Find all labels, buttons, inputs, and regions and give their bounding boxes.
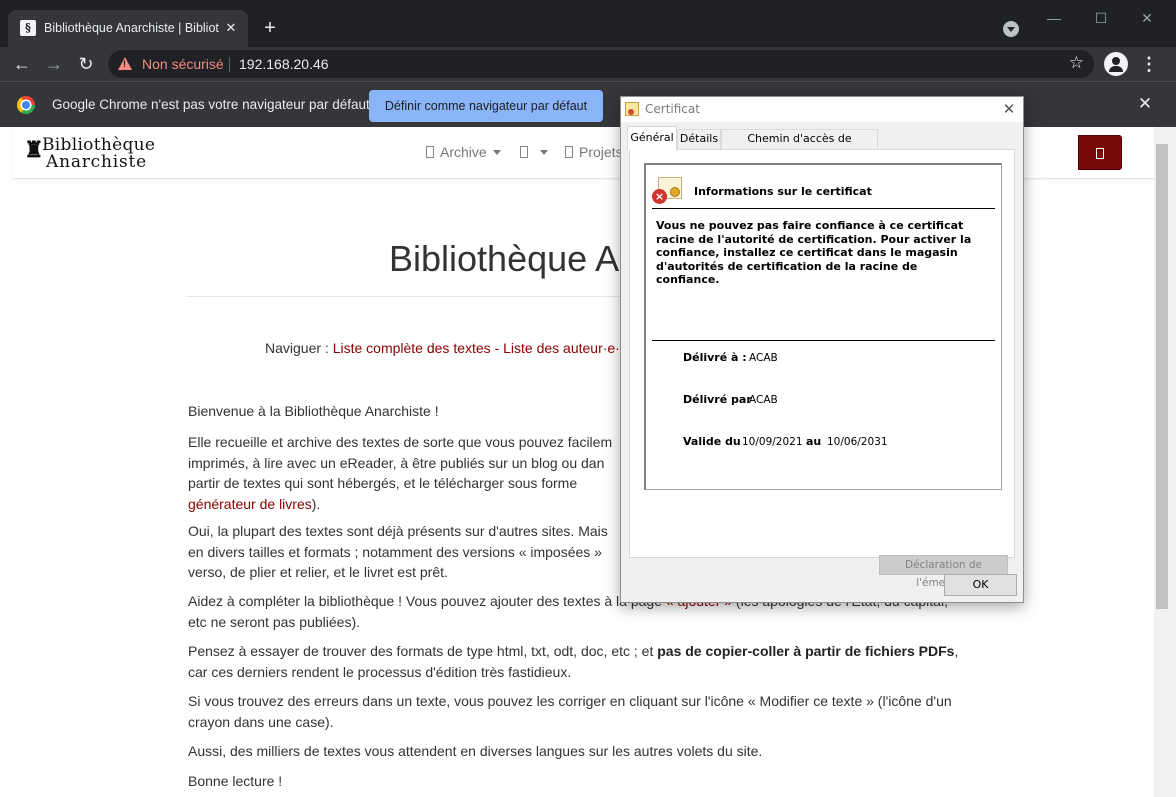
maximize-button[interactable]: ☐ [1089,8,1113,28]
browse-prefix: Naviguer : [265,340,333,356]
untrusted-certificate-icon: × [652,177,682,205]
minimize-button[interactable]: — [1042,8,1066,28]
tab-strip: § Bibliothèque Anarchiste | Biblioth ✕ +… [0,0,1176,47]
back-arrow-icon[interactable]: ← [10,52,34,76]
set-default-browser-button[interactable]: Définir comme navigateur par défaut [369,90,603,122]
closing-paragraph: Bonne lecture ! [188,773,283,789]
archive-icon [426,146,434,158]
certificate-seal-shape [670,187,680,197]
infobar-message: Google Chrome n'est pas votre navigateur… [52,97,370,112]
certificate-icon [625,102,639,116]
book-generator-link[interactable]: générateur de livres [188,496,312,512]
forward-arrow-icon[interactable]: → [42,52,66,76]
certificate-dialog: Certificat ✕ Général Détails Chemin d'ac… [620,96,1024,603]
formats-paragraph: Pensez à essayer de trouver des formats … [188,641,968,682]
address-bar[interactable]: ! Non sécurisé 192.168.20.46 ☆ [108,50,1094,78]
valid-to-label: au [806,435,822,448]
chevron-down-icon [492,150,501,155]
nav-icon-dropdown[interactable] [520,144,548,160]
dialog-titlebar[interactable]: Certificat ✕ [621,97,1023,122]
browse-link-list[interactable]: Liste complète des textes - Liste des au… [333,340,620,356]
tab-details[interactable]: Détails [677,129,721,149]
dialog-title: Certificat [645,102,700,116]
errors-paragraph: Si vous trouvez des erreurs dans un text… [188,691,968,732]
tab-title: Bibliothèque Anarchiste | Biblioth [44,21,219,35]
text-fragment: ). [311,495,321,512]
text-fragment: Pensez à essayer de trouver des formats … [188,643,658,659]
scrollbar-thumb[interactable] [1156,144,1168,609]
valid-from-value: 10/09/2021 [742,436,803,448]
browse-links: Naviguer : Liste complète des textes - L… [265,340,620,356]
browser-tab[interactable]: § Bibliothèque Anarchiste | Biblioth ✕ [8,10,248,47]
site-favicon-icon: § [20,20,36,36]
url-text[interactable]: 192.168.20.46 [239,56,329,72]
site-search-button[interactable] [1078,135,1122,170]
browser-toolbar: ← → ↻ ! Non sécurisé 192.168.20.46 ☆ ⋮ [0,47,1176,81]
page-title: Bibliothèque A [389,238,620,279]
text-line: etc ne seront pas publiées). [188,613,360,630]
valid-from-label: Valide du [683,435,741,448]
error-x-icon: × [652,189,667,204]
chrome-logo-icon [17,96,35,114]
new-tab-button[interactable]: + [259,17,281,39]
tab-general[interactable]: Général [627,126,677,150]
projects-icon [565,146,573,158]
security-status[interactable]: Non sécurisé [142,56,224,72]
text-fragment: , [954,643,959,659]
languages-paragraph: Aussi, des milliers de textes vous atten… [188,743,763,759]
dialog-close-icon[interactable]: ✕ [999,99,1019,119]
issuer-statement-button: Déclaration de l'émetteur [879,555,1008,589]
text-bold: pas de copier-coller à partir de fichier… [657,643,955,659]
window-close-button[interactable]: ✕ [1135,8,1159,28]
omnibox-divider [229,57,230,72]
ok-button[interactable]: OK [944,574,1017,596]
tab-close-icon[interactable]: ✕ [222,19,240,37]
nav-projects-label: Projets [579,144,623,160]
profile-avatar-icon[interactable] [1104,52,1128,76]
text-fragment: Aidez à compléter la bibliothèque ! Vous… [188,593,666,609]
infobar-close-icon[interactable]: ✕ [1135,94,1155,114]
nav-archive-label: Archive [440,144,487,160]
issued-to-value: ACAB [749,352,778,364]
issued-to-label: Délivré à : [683,351,747,364]
text-line: Si vous trouvez des erreurs dans un text… [188,693,952,709]
chrome-menu-icon[interactable]: ⋮ [1140,52,1158,76]
search-icon [1096,148,1104,159]
logo-line-2: Anarchiste [46,152,148,172]
general-tab-panel: × Informations sur le certificat Vous ne… [629,149,1015,589]
tab-certification-path[interactable]: Chemin d'accès de certification [721,129,878,163]
text-line: crayon dans une case). [188,713,334,730]
chevron-down-icon [540,150,548,155]
valid-to-value: 10/06/2031 [827,436,888,448]
reload-icon[interactable]: ↻ [74,52,98,76]
bookmark-star-icon[interactable]: ☆ [1069,53,1084,73]
nav-archive[interactable]: Archive [426,144,501,160]
heading-divider [652,208,995,209]
info-heading: Informations sur le certificat [694,185,872,198]
menu-glyph-icon [520,146,528,158]
site-logo[interactable]: ♜ Bibliothèque Anarchiste [24,135,172,173]
tab-search-icon[interactable] [1003,21,1019,37]
certificate-info-box: × Informations sur le certificat Vous ne… [644,163,1002,490]
text-line: car ces derniers rendent le processus d'… [188,663,572,680]
issued-by-value: ACAB [749,394,778,406]
details-divider [652,340,995,341]
warning-triangle-icon[interactable]: ! [118,57,132,70]
issued-by-label: Délivré par [683,393,752,406]
trust-warning-text: Vous ne pouvez pas faire confiance à ce … [656,219,972,286]
nav-projects[interactable]: Projets [565,144,623,160]
